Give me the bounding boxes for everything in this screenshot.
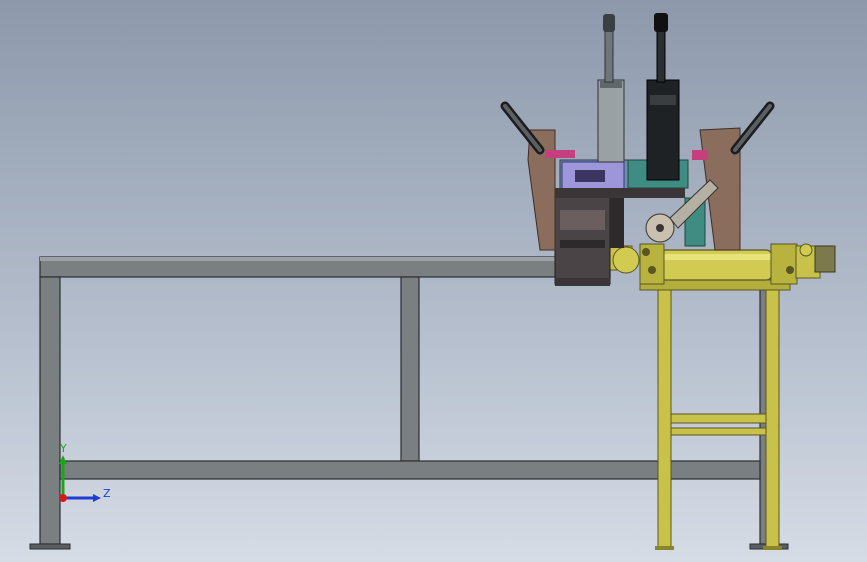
table-leg-middle xyxy=(400,276,420,462)
triad-y-label: Y xyxy=(59,442,67,455)
roller-end-cap-left xyxy=(612,246,640,274)
machine-head xyxy=(500,13,775,286)
piston-rod-right xyxy=(656,29,666,83)
gear-motor xyxy=(814,245,836,273)
3d-viewport[interactable]: Y Z xyxy=(0,0,867,562)
cad-scene: Y Z xyxy=(29,13,836,550)
table-lower-rail xyxy=(59,460,761,480)
table-leg-left xyxy=(39,276,61,545)
stand-leg-right xyxy=(765,279,780,549)
head-base xyxy=(554,189,611,285)
stand-crossbar-bottom xyxy=(670,427,767,436)
piston-rod-left xyxy=(604,29,614,83)
cylinder-left xyxy=(597,79,625,163)
triad-origin xyxy=(59,494,67,502)
triad-z-label: Z xyxy=(103,487,111,500)
stand-leg-left xyxy=(657,279,672,549)
support-stand xyxy=(639,279,791,550)
table-foot-left xyxy=(29,543,71,550)
table-frame xyxy=(29,256,789,550)
stand-crossbar-top xyxy=(670,413,767,424)
